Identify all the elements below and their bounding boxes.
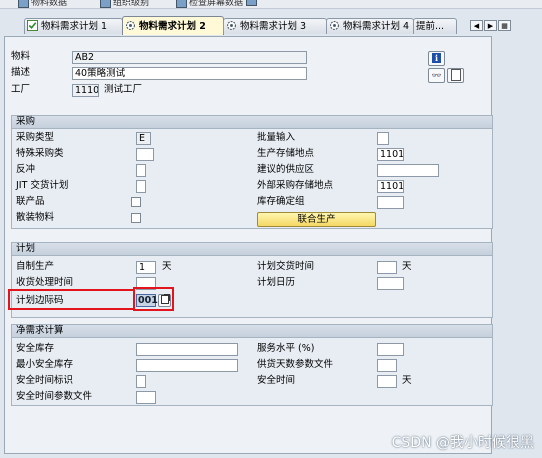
- inhouse-production-field[interactable]: 1: [136, 261, 156, 274]
- document-icon: [450, 69, 461, 81]
- gear-icon: [330, 21, 339, 30]
- prod-storage-location-label: 生产存储地点: [257, 148, 315, 159]
- safety-time-profile-field[interactable]: [136, 391, 156, 404]
- coproduct-label: 联产品: [16, 196, 45, 207]
- plant-field[interactable]: 1110: [72, 84, 99, 97]
- planned-delivery-time-field[interactable]: [377, 261, 397, 274]
- special-procurement-label: 特殊采购类: [16, 148, 64, 159]
- material-field[interactable]: AB2: [72, 51, 307, 64]
- tab-scroll-right-button[interactable]: ▶: [484, 20, 497, 31]
- bulk-material-checkbox[interactable]: [131, 213, 141, 223]
- tab-scroll-left-button[interactable]: ◀: [470, 20, 483, 31]
- ext-storage-location-field[interactable]: 1101: [377, 180, 404, 193]
- glasses-icon: 👓: [431, 71, 442, 80]
- ext-storage-location-label: 外部采购存储地点: [257, 180, 334, 191]
- net-requirements-group: 净需求计算 安全库存 最小安全库存 安全时间标识 安全时间参数文件 服务水平 (…: [11, 324, 493, 406]
- highlight-annotation-left: [8, 289, 134, 310]
- jit-field[interactable]: [136, 180, 146, 193]
- planning-calendar-field[interactable]: [377, 277, 404, 290]
- plant-name-text: 测试工厂: [104, 84, 143, 95]
- prod-storage-location-field[interactable]: 1101: [377, 148, 404, 161]
- tab-mrp1-label: 物料需求计划 1: [41, 21, 108, 32]
- toolbar-org-levels-label: 组织级别: [113, 0, 150, 8]
- toolbar-check-screen-label: 检查屏幕数据: [189, 0, 244, 8]
- stock-determination-field[interactable]: [377, 196, 404, 209]
- gr-processing-time-label: 收货处理时间: [16, 277, 74, 288]
- document-button[interactable]: [447, 68, 464, 83]
- tab-forecast-label: 提前...: [416, 21, 445, 32]
- tab-mrp2[interactable]: 物料需求计划 2: [122, 16, 224, 35]
- toolbar-extra-icon: [246, 0, 257, 6]
- procurement-group-title: 采购: [12, 116, 492, 129]
- safety-time-indicator-field[interactable]: [136, 375, 146, 388]
- joint-production-button[interactable]: 联合生产: [257, 212, 376, 227]
- watermark-text: CSDN @我小时候很黑: [391, 435, 534, 451]
- tab-mrp3[interactable]: 物料需求计划 3: [223, 18, 327, 34]
- tab-list-button[interactable]: ▦: [498, 20, 511, 31]
- procurement-type-label: 采购类型: [16, 132, 55, 143]
- min-safety-stock-field[interactable]: [136, 359, 238, 372]
- proposed-supply-area-field[interactable]: [377, 164, 439, 177]
- safety-time-unit: 天: [402, 375, 412, 386]
- highlight-annotation-right: [133, 287, 174, 311]
- gear-icon: [126, 21, 135, 30]
- coproduct-checkbox[interactable]: [131, 197, 141, 207]
- tab-strip: 物料需求计划 1 物料需求计划 2 物料需求计划 3 物料需求计划 4 提前..…: [0, 16, 542, 36]
- toolbar-org-levels[interactable]: 组织级别: [100, 0, 149, 8]
- toolbar-material-data[interactable]: 物料数据: [18, 0, 67, 8]
- info-icon: i: [432, 53, 441, 63]
- safety-stock-label: 安全库存: [16, 343, 55, 354]
- plant-label: 工厂: [11, 84, 31, 95]
- stock-determination-label: 库存确定组: [257, 196, 305, 207]
- tab-forecast[interactable]: 提前...: [413, 18, 457, 34]
- backflush-field[interactable]: [136, 164, 146, 177]
- safety-time-profile-label: 安全时间参数文件: [16, 391, 93, 402]
- scheduling-group-title: 计划: [12, 243, 492, 256]
- tab-mrp4-label: 物料需求计划 4: [343, 21, 410, 32]
- planned-delivery-time-label: 计划交货时间: [257, 261, 315, 272]
- tab-content-panel: 物料 AB2 描述 40策略测试 工厂 1110 测试工厂 i 👓 采购 采购类…: [4, 36, 493, 454]
- gear-icon: [227, 21, 236, 30]
- inhouse-production-unit: 天: [162, 261, 172, 272]
- special-procurement-field[interactable]: [136, 148, 154, 161]
- toolbar-material-data-label: 物料数据: [31, 0, 68, 8]
- service-level-field[interactable]: [377, 343, 404, 356]
- tab-mrp4[interactable]: 物料需求计划 4: [326, 18, 414, 34]
- safety-time-label: 安全时间: [257, 375, 296, 386]
- glasses-button[interactable]: 👓: [428, 68, 445, 83]
- toolbar-check-screen[interactable]: 检查屏幕数据: [176, 0, 243, 8]
- batch-entry-field[interactable]: [377, 132, 389, 145]
- application-toolbar: 物料数据 组织级别 检查屏幕数据: [0, 0, 542, 9]
- procurement-type-field[interactable]: E: [136, 132, 151, 145]
- backflush-label: 反冲: [16, 164, 36, 175]
- inhouse-production-label: 自制生产: [16, 261, 55, 272]
- toolbar-material-data-icon: [18, 0, 29, 8]
- tab-mrp3-label: 物料需求计划 3: [240, 21, 307, 32]
- description-field[interactable]: 40策略测试: [72, 67, 307, 80]
- proposed-supply-area-label: 建议的供应区: [257, 164, 315, 175]
- coverage-profile-label: 供货天数参数文件: [257, 359, 334, 370]
- min-safety-stock-label: 最小安全库存: [16, 359, 74, 370]
- safety-time-field[interactable]: [377, 375, 397, 388]
- tab-mrp2-label: 物料需求计划 2: [139, 21, 206, 32]
- bulk-material-label: 散装物料: [16, 212, 55, 223]
- coverage-profile-field[interactable]: [377, 359, 397, 372]
- toolbar-check-screen-icon: [176, 0, 187, 8]
- service-level-label: 服务水平 (%): [257, 343, 315, 354]
- description-label: 描述: [11, 67, 31, 78]
- planning-calendar-label: 计划日历: [257, 277, 296, 288]
- safety-stock-field[interactable]: [136, 343, 238, 356]
- planned-delivery-time-unit: 天: [402, 261, 412, 272]
- procurement-group: 采购 采购类型 E 特殊采购类 反冲 JIT 交货计划 联产品 散装物料 批量输…: [11, 115, 493, 229]
- jit-label: JIT 交货计划: [16, 180, 69, 191]
- net-requirements-group-title: 净需求计算: [12, 325, 492, 338]
- safety-time-indicator-label: 安全时间标识: [16, 375, 74, 386]
- material-label: 物料: [11, 51, 31, 62]
- info-button[interactable]: i: [428, 51, 445, 66]
- toolbar-extra[interactable]: [246, 0, 259, 6]
- toolbar-org-levels-icon: [100, 0, 111, 8]
- check-icon: [27, 20, 38, 31]
- tab-mrp1[interactable]: 物料需求计划 1: [24, 18, 123, 34]
- batch-entry-label: 批量输入: [257, 132, 296, 143]
